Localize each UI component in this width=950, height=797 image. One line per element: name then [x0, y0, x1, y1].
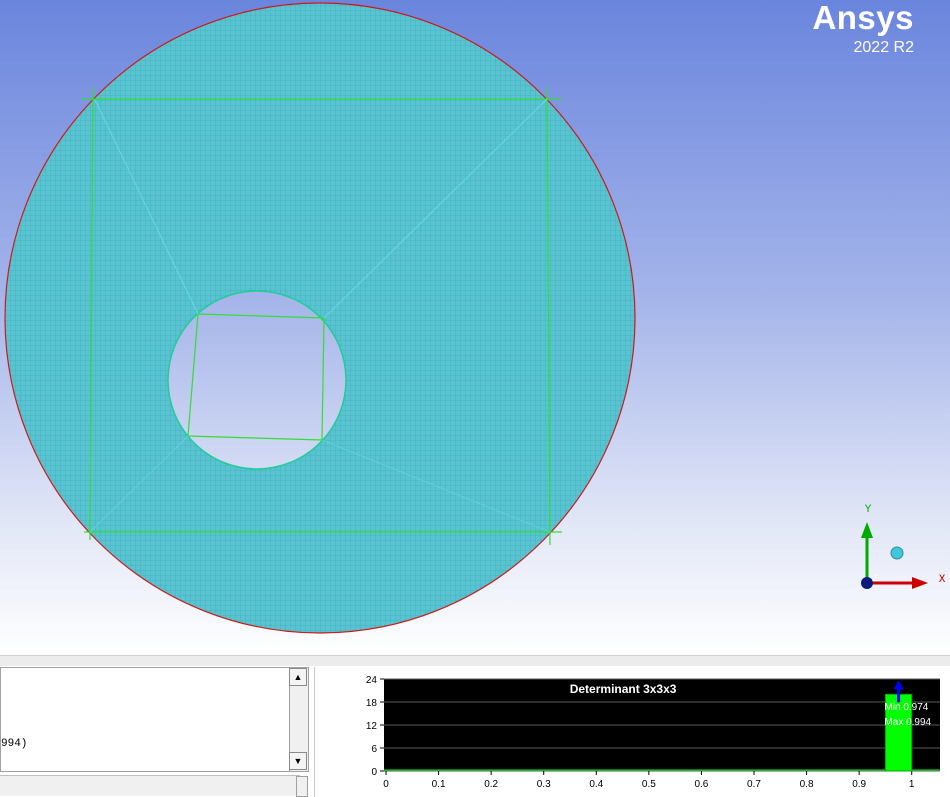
scroll-down-button[interactable]: ▼ — [289, 752, 307, 770]
scroll-up-button[interactable]: ▲ — [289, 668, 307, 686]
vertical-divider — [314, 667, 315, 797]
histogram-title: Determinant 3x3x3 — [570, 682, 677, 696]
x-tick-label: 0.4 — [589, 779, 603, 790]
brand-version: 2022 R2 — [853, 39, 915, 56]
mesh-display: Y X Z — [0, 0, 950, 655]
y-axis-label: Y — [865, 504, 872, 516]
view-sphere — [890, 546, 904, 560]
min-value-label: Min 0.974 — [884, 702, 928, 713]
pane-separator[interactable] — [0, 655, 950, 666]
x-tick-label: 0.6 — [694, 779, 708, 790]
console-line: 994) — [1, 738, 28, 750]
x-tick-label: 0.3 — [537, 779, 551, 790]
x-tick-label: 0.9 — [852, 779, 866, 790]
max-value-label: Max 0.994 — [884, 717, 931, 728]
quality-histogram[interactable]: 0 6 12 18 24 0 0.1 0.2 0.3 0.4 0.5 0.6 0.7 0.8 0.9 1 Det… — [340, 670, 945, 797]
brand-name: Ansys — [812, 0, 914, 36]
y-tick-label: 6 — [371, 744, 377, 755]
mesh-fill — [0, 0, 950, 655]
y-tick-label: 24 — [366, 675, 378, 686]
horizontal-scrollbar[interactable] — [0, 775, 300, 796]
y-tick-label: 0 — [371, 767, 377, 778]
x-tick-label: 0.8 — [800, 779, 814, 790]
graphics-viewport[interactable]: Y X Z Ansys 2022 R2 — [0, 0, 950, 655]
z-axis-label: Z — [872, 574, 878, 585]
x-tick-label: 0 — [383, 779, 389, 790]
x-tick-label: 0.2 — [484, 779, 498, 790]
scrollbar-corner — [296, 776, 308, 797]
x-tick-label: 0.1 — [432, 779, 446, 790]
x-tick-label: 0.5 — [642, 779, 656, 790]
x-axis-label: X — [939, 574, 946, 586]
x-tick-label: 1 — [909, 779, 915, 790]
x-tick-label: 0.7 — [747, 779, 761, 790]
ansys-brand: Ansys 2022 R2 — [812, 0, 914, 58]
y-tick-label: 18 — [366, 698, 378, 709]
y-tick-label: 12 — [366, 721, 378, 732]
message-console[interactable]: 994) — [0, 667, 290, 772]
